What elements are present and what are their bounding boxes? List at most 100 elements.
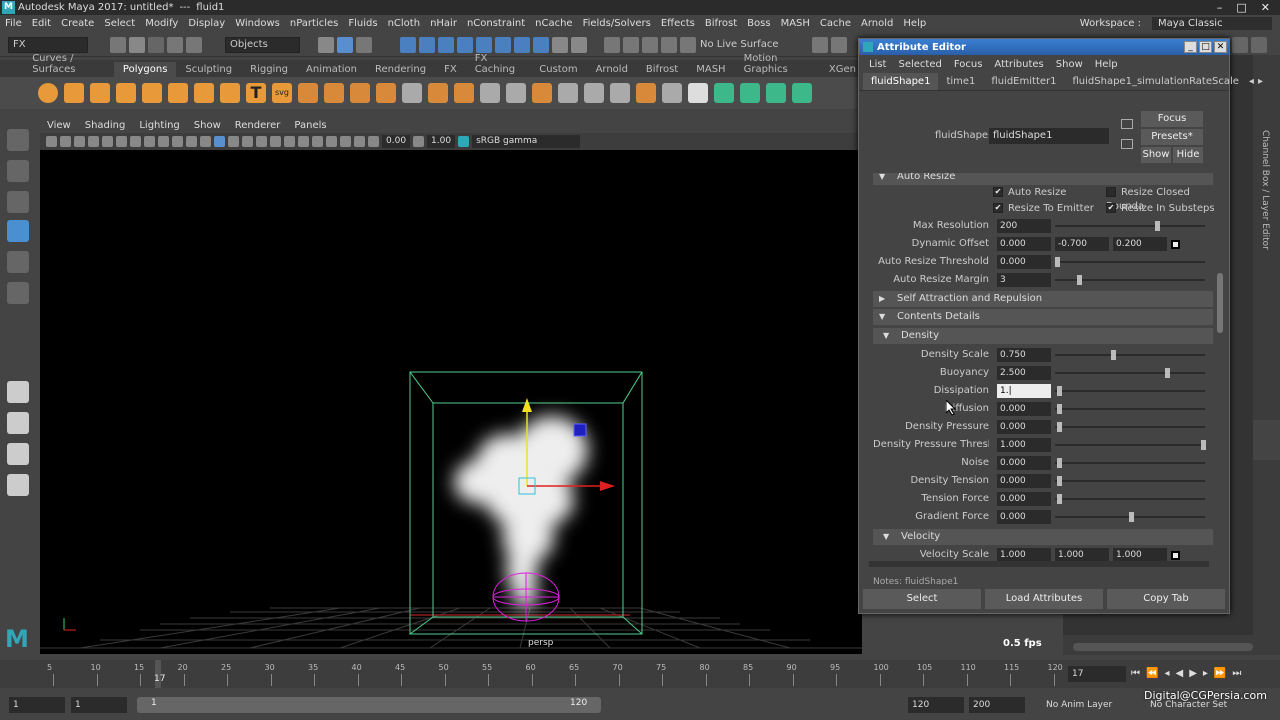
film-gate-icon[interactable] bbox=[130, 136, 141, 147]
two-view-layout-icon[interactable] bbox=[7, 443, 29, 465]
max-resolution-field[interactable]: 200 bbox=[997, 219, 1051, 233]
shelf-tab[interactable]: MASH bbox=[687, 62, 734, 77]
auto-resize-checkbox[interactable]: ✔ Auto Resize bbox=[993, 186, 1066, 200]
motion-blur-icon[interactable] bbox=[298, 136, 309, 147]
shelf-tab[interactable]: Custom bbox=[530, 62, 586, 77]
poly-torus-icon[interactable] bbox=[168, 83, 188, 103]
density-scale-field[interactable]: 0.750 bbox=[997, 348, 1051, 362]
gamma-field[interactable]: 1.00 bbox=[427, 135, 456, 148]
velocity-scale-y-field[interactable]: 1.000 bbox=[1055, 548, 1109, 561]
viewport-menu-item[interactable]: Renderer bbox=[228, 120, 288, 131]
auto-resize-threshold-field[interactable]: 0.000 bbox=[997, 255, 1051, 269]
section-contents-details[interactable]: ▼ Contents Details bbox=[873, 309, 1213, 325]
auto-resize-margin-slider[interactable] bbox=[1055, 275, 1205, 285]
density-tension-slider[interactable] bbox=[1055, 476, 1205, 486]
shelf-tab[interactable]: Animation bbox=[297, 62, 366, 77]
shelf-tab-active[interactable]: Polygons bbox=[113, 62, 177, 77]
insert-loop-icon[interactable] bbox=[584, 83, 604, 103]
scale-tool-icon[interactable] bbox=[7, 282, 29, 304]
component-mode-icon[interactable] bbox=[356, 37, 372, 53]
hide-button[interactable]: Hide bbox=[1173, 147, 1203, 163]
ae-minimize-icon[interactable]: _ bbox=[1184, 41, 1197, 53]
slider-knob[interactable] bbox=[1201, 440, 1206, 450]
merge-icon[interactable] bbox=[636, 83, 656, 103]
resize-to-emitter-checkbox[interactable]: ✔ Resize To Emitter bbox=[993, 202, 1094, 216]
smooth-icon[interactable] bbox=[350, 83, 370, 103]
four-view-layout-icon[interactable] bbox=[7, 412, 29, 434]
attribute-editor-titlebar[interactable]: Attribute Editor _ □ ✕ bbox=[859, 39, 1229, 55]
shelf-tab[interactable]: Motion Graphics bbox=[735, 51, 820, 77]
velocity-scale-x-field[interactable]: 1.000 bbox=[997, 548, 1051, 561]
open-scene-icon[interactable] bbox=[129, 37, 145, 53]
image-plane-icon[interactable] bbox=[74, 136, 85, 147]
single-perspective-layout-icon[interactable] bbox=[7, 381, 29, 403]
color-management-icon[interactable] bbox=[458, 136, 470, 147]
step-forward-key-icon[interactable]: ⏩ bbox=[1214, 668, 1226, 679]
viewport-menu-item[interactable]: Shading bbox=[78, 120, 133, 131]
slider-knob[interactable] bbox=[1055, 257, 1060, 267]
multi-cut-icon[interactable] bbox=[506, 83, 526, 103]
anti-aliasing-icon[interactable] bbox=[312, 136, 323, 147]
poly-cone-icon[interactable] bbox=[116, 83, 136, 103]
selection-mode-dropdown[interactable]: Objects bbox=[225, 37, 300, 53]
shelf-tab[interactable]: FX bbox=[435, 62, 466, 77]
tabs-scroll-left-icon[interactable]: ◂ bbox=[1247, 76, 1256, 87]
grease-pencil-icon[interactable] bbox=[102, 136, 113, 147]
minimize-icon[interactable]: – bbox=[1217, 1, 1223, 14]
append-poly-icon[interactable] bbox=[532, 83, 552, 103]
menu-item[interactable]: Help bbox=[898, 18, 931, 29]
menu-item[interactable]: Modify bbox=[140, 18, 183, 29]
select-tool-icon[interactable] bbox=[7, 129, 29, 151]
tab-time1[interactable]: time1 bbox=[938, 76, 983, 87]
combine-icon[interactable] bbox=[298, 83, 318, 103]
snap-curve-icon[interactable] bbox=[623, 37, 639, 53]
undo-icon[interactable] bbox=[167, 37, 183, 53]
slider-knob[interactable] bbox=[1057, 404, 1062, 414]
density-pressure-threshold-field[interactable]: 1.000 bbox=[997, 438, 1051, 452]
diffusion-slider[interactable] bbox=[1055, 404, 1205, 414]
step-forward-frame-icon[interactable]: ▸ bbox=[1203, 668, 1208, 679]
poly-prism-icon[interactable] bbox=[194, 83, 214, 103]
tab-fluidemitter1[interactable]: fluidEmitter1 bbox=[983, 76, 1064, 87]
uv-unfold-icon[interactable] bbox=[792, 83, 812, 103]
move-tool-icon[interactable] bbox=[7, 220, 29, 242]
tab-simulation-rate-scale[interactable]: fluidShape1_simulationRateScale bbox=[1065, 76, 1247, 87]
select-curves-icon[interactable] bbox=[438, 37, 454, 53]
noise-slider[interactable] bbox=[1055, 458, 1205, 468]
step-back-frame-icon[interactable]: ◂ bbox=[1164, 668, 1169, 679]
grid-icon[interactable] bbox=[116, 136, 127, 147]
render-frame-icon[interactable] bbox=[831, 37, 847, 53]
density-scale-slider[interactable] bbox=[1055, 350, 1205, 360]
modeling-toolkit-icon[interactable] bbox=[1232, 37, 1248, 53]
menu-item[interactable]: Select bbox=[99, 18, 140, 29]
object-mode-icon[interactable] bbox=[337, 37, 353, 53]
smooth-shade-icon[interactable] bbox=[214, 136, 225, 147]
select-output-icon[interactable] bbox=[1121, 139, 1133, 149]
slider-knob[interactable] bbox=[1111, 350, 1116, 360]
ae-menu-item[interactable]: Attributes bbox=[988, 59, 1049, 70]
menu-item[interactable]: Windows bbox=[230, 18, 285, 29]
window-controls[interactable]: – □ ✕ bbox=[1217, 1, 1280, 14]
snap-view-plane-icon[interactable] bbox=[661, 37, 677, 53]
ae-maximize-icon[interactable]: □ bbox=[1199, 41, 1212, 53]
menu-item[interactable]: nConstraint bbox=[462, 18, 530, 29]
menu-item[interactable]: File bbox=[0, 18, 27, 29]
map-button-icon[interactable] bbox=[1171, 551, 1180, 560]
ae-horizontal-scrollbar[interactable] bbox=[869, 561, 1209, 567]
end-time-field[interactable]: 200 bbox=[969, 697, 1025, 713]
play-backward-icon[interactable]: ◀ bbox=[1175, 668, 1183, 679]
poly-svg-icon[interactable]: svg bbox=[272, 83, 292, 103]
ae-menu-item[interactable]: Help bbox=[1089, 59, 1124, 70]
ae-vertical-scrollbar[interactable] bbox=[1217, 273, 1223, 333]
menu-item[interactable]: Fluids bbox=[343, 18, 382, 29]
rotate-tool-icon[interactable] bbox=[7, 251, 29, 273]
viewport-menu-item[interactable]: Lighting bbox=[132, 120, 186, 131]
resize-closed-boundaries-checkbox[interactable]: Resize Closed Bounda bbox=[1106, 186, 1229, 212]
dissipation-slider[interactable] bbox=[1055, 386, 1205, 396]
menu-item[interactable]: Cache bbox=[815, 18, 856, 29]
menu-item[interactable]: Display bbox=[183, 18, 230, 29]
tension-force-slider[interactable] bbox=[1055, 494, 1205, 504]
section-auto-resize[interactable]: ▼ Auto Resize bbox=[873, 173, 1213, 185]
density-pressure-field[interactable]: 0.000 bbox=[997, 420, 1051, 434]
slider-knob[interactable] bbox=[1057, 494, 1062, 504]
